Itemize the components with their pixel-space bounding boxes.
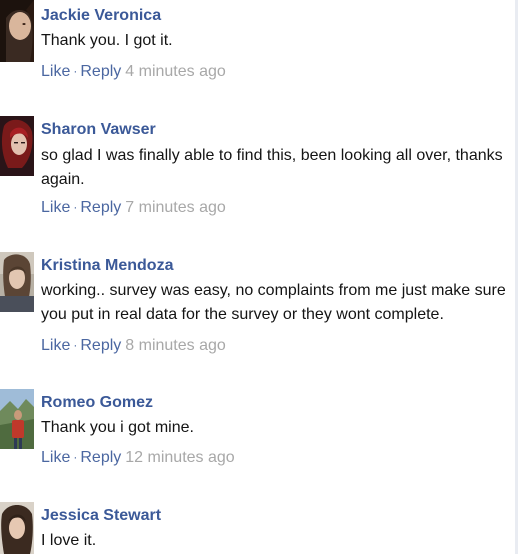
comment-text: Thank you. I got it.: [41, 32, 173, 49]
timestamp[interactable]: 4 minutes ago: [121, 63, 226, 80]
commenter-name[interactable]: Jackie Veronica: [41, 6, 161, 26]
comment-actions: Like · Reply 7 minutes ago: [41, 198, 226, 218]
avatar[interactable]: [0, 252, 34, 312]
reply-link[interactable]: Reply: [80, 337, 121, 354]
timestamp[interactable]: 8 minutes ago: [121, 337, 226, 354]
commenter-name[interactable]: Jessica Stewart: [41, 506, 161, 526]
comment-item: Jackie Veronica Thank you. I got it. Lik…: [0, 0, 515, 100]
separator: ·: [73, 64, 78, 78]
like-link[interactable]: Like: [41, 449, 70, 466]
reply-link[interactable]: Reply: [80, 449, 121, 466]
comment-item: Sharon Vawser so glad I was finally able…: [0, 114, 515, 234]
commenter-name[interactable]: Sharon Vawser: [41, 120, 156, 140]
comment-text: so glad I was finally able to find this,…: [41, 147, 503, 188]
separator: ·: [73, 200, 78, 214]
like-link[interactable]: Like: [41, 63, 70, 80]
avatar[interactable]: [0, 389, 34, 449]
avatar-image: [0, 252, 34, 312]
separator: ·: [73, 338, 78, 352]
timestamp[interactable]: 12 minutes ago: [121, 449, 234, 466]
comment-text: Thank you i got mine.: [41, 419, 194, 436]
avatar-image: [0, 389, 34, 449]
separator: ·: [73, 450, 78, 464]
avatar-image: [0, 502, 34, 554]
timestamp[interactable]: 7 minutes ago: [121, 199, 226, 216]
comment-item: Kristina Mendoza working.. survey was ea…: [0, 250, 515, 380]
avatar[interactable]: [0, 502, 34, 554]
avatar-image: [0, 116, 34, 176]
avatar[interactable]: [0, 0, 34, 62]
comment-actions: Like · Reply 8 minutes ago: [41, 336, 226, 356]
avatar[interactable]: [0, 116, 34, 176]
commenter-name[interactable]: Kristina Mendoza: [41, 256, 173, 276]
comment-text: working.. survey was easy, no complaints…: [41, 282, 506, 323]
comment-actions: Like · Reply 4 minutes ago: [41, 62, 226, 82]
comment-text: I love it.: [41, 532, 97, 549]
comment-actions: Like · Reply 12 minutes ago: [41, 448, 235, 468]
reply-link[interactable]: Reply: [80, 199, 121, 216]
comment-item: Romeo Gomez Thank you i got mine. Like · R…: [0, 387, 515, 487]
like-link[interactable]: Like: [41, 337, 70, 354]
reply-link[interactable]: Reply: [80, 63, 121, 80]
commenter-name[interactable]: Romeo Gomez: [41, 393, 153, 413]
like-link[interactable]: Like: [41, 199, 70, 216]
comment-item: Jessica Stewart I love it.: [0, 500, 515, 554]
avatar-image: [0, 0, 34, 62]
comments-feed: Jackie Veronica Thank you. I got it. Lik…: [0, 0, 518, 554]
